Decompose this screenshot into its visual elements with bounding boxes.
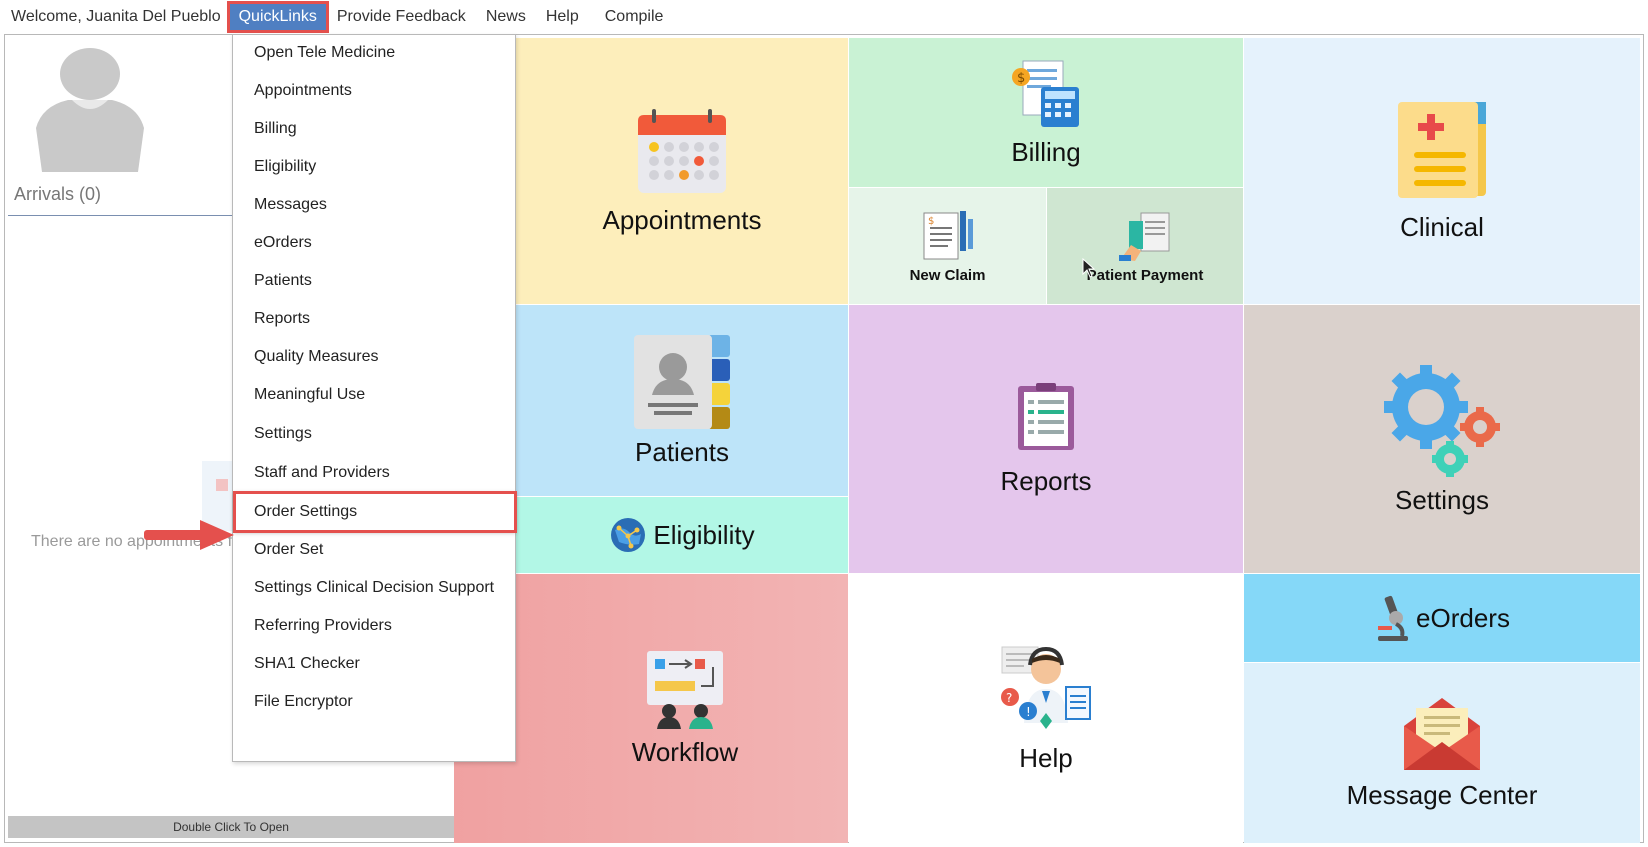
quicklink-reports[interactable]: Reports [234,301,514,337]
tile-label-eorders: eOrders [1416,602,1510,633]
menu-provide-feedback[interactable]: Provide Feedback [327,3,476,31]
quicklinks-dropdown: Open Tele Medicine Appointments Billing … [232,34,517,762]
arrivals-count[interactable]: Arrivals (0) [14,184,101,205]
payment-card-icon [1119,212,1170,261]
menu-compile[interactable]: Compile [595,3,674,31]
tile-message-center[interactable]: Message Center [1244,663,1640,843]
tile-billing[interactable]: $ Billing [849,38,1243,187]
mouse-cursor-icon [1082,258,1096,278]
tile-reports[interactable]: Reports [849,305,1243,573]
user-avatar-icon [36,48,144,172]
quicklink-eligibility[interactable]: Eligibility [234,149,514,185]
double-click-open-bar[interactable]: Double Click To Open [8,816,454,838]
tile-patients[interactable]: Patients [516,305,848,496]
tile-label-patients: Patients [635,437,729,467]
tile-label-appointments: Appointments [602,204,762,235]
quicklink-settings[interactable]: Settings [234,416,514,452]
tile-label-eligibility: Eligibility [653,519,755,550]
globe-network-icon [611,518,646,552]
envelope-icon [1404,697,1480,770]
tile-new-claim[interactable]: $ New Claim [849,188,1046,304]
menu-news[interactable]: News [476,3,536,31]
tile-label-patient-payment: Patient Payment [1086,266,1204,284]
tile-label-workflow: Workflow [631,737,739,767]
tile-label-message-center: Message Center [1346,779,1538,810]
tile-label-help: Help [1019,743,1073,773]
tile-label-reports: Reports [1000,465,1092,496]
top-menu-bar: Welcome, Juanita Del Pueblo QuickLinks P… [0,0,1648,33]
clipboard-icon [1018,382,1074,450]
annotation-arrow-icon [144,520,234,550]
microscope-icon [1378,595,1409,641]
quicklink-order-settings[interactable]: Order Settings [233,491,517,533]
quicklink-billing[interactable]: Billing [234,111,514,147]
quicklink-meaningful-use[interactable]: Meaningful Use [234,377,514,413]
menu-help[interactable]: Help [536,3,589,31]
svg-text:$: $ [928,216,934,227]
quicklink-staff-and-providers[interactable]: Staff and Providers [234,455,514,491]
support-agent-icon: ? ! [1001,646,1091,729]
svg-text:?: ? [1006,691,1012,705]
contact-book-icon [634,335,730,429]
medical-folder-icon [1398,101,1486,198]
billing-calculator-icon: $ [1012,60,1079,127]
quicklink-order-set[interactable]: Order Set [234,532,514,568]
tile-appointments[interactable]: Appointments [516,38,848,304]
tile-patient-payment[interactable]: Patient Payment [1047,188,1243,304]
tile-label-settings: Settings [1395,484,1489,515]
quicklink-sha1-checker[interactable]: SHA1 Checker [234,646,514,682]
quicklink-referring-providers[interactable]: Referring Providers [234,608,514,644]
quicklink-settings-clinical-decision-support[interactable]: Settings Clinical Decision Support [234,570,514,606]
svg-text:$: $ [1017,71,1025,86]
quicklink-eorders[interactable]: eOrders [234,225,514,261]
calendar-icon [638,108,726,193]
quicklink-file-encryptor[interactable]: File Encryptor [234,684,514,720]
tile-settings[interactable]: Settings [1244,305,1640,573]
quicklink-patients[interactable]: Patients [234,263,514,299]
arrivals-divider [8,215,234,216]
app-root: Welcome, Juanita Del Pueblo QuickLinks P… [0,0,1648,847]
claim-document-icon: $ [923,210,973,259]
tile-clinical[interactable]: Clinical [1244,38,1640,304]
quicklink-appointments[interactable]: Appointments [234,73,514,109]
tile-label-clinical: Clinical [1400,211,1484,242]
quicklink-quality-measures[interactable]: Quality Measures [234,339,514,375]
tile-help[interactable]: ? ! Help [849,574,1243,843]
welcome-text: Welcome, Juanita Del Pueblo [11,7,221,25]
tile-label-billing: Billing [1011,137,1081,167]
svg-text:!: ! [1026,705,1031,719]
menu-quicklinks[interactable]: QuickLinks [226,0,329,33]
quicklink-messages[interactable]: Messages [234,187,514,223]
gears-icon [1384,364,1500,477]
quicklink-open-tele-medicine[interactable]: Open Tele Medicine [234,35,514,71]
tile-eligibility[interactable]: Eligibility [516,497,848,573]
tile-eorders[interactable]: eOrders [1244,574,1640,662]
workflow-board-icon [647,651,723,729]
tile-label-new-claim: New Claim [909,266,986,284]
